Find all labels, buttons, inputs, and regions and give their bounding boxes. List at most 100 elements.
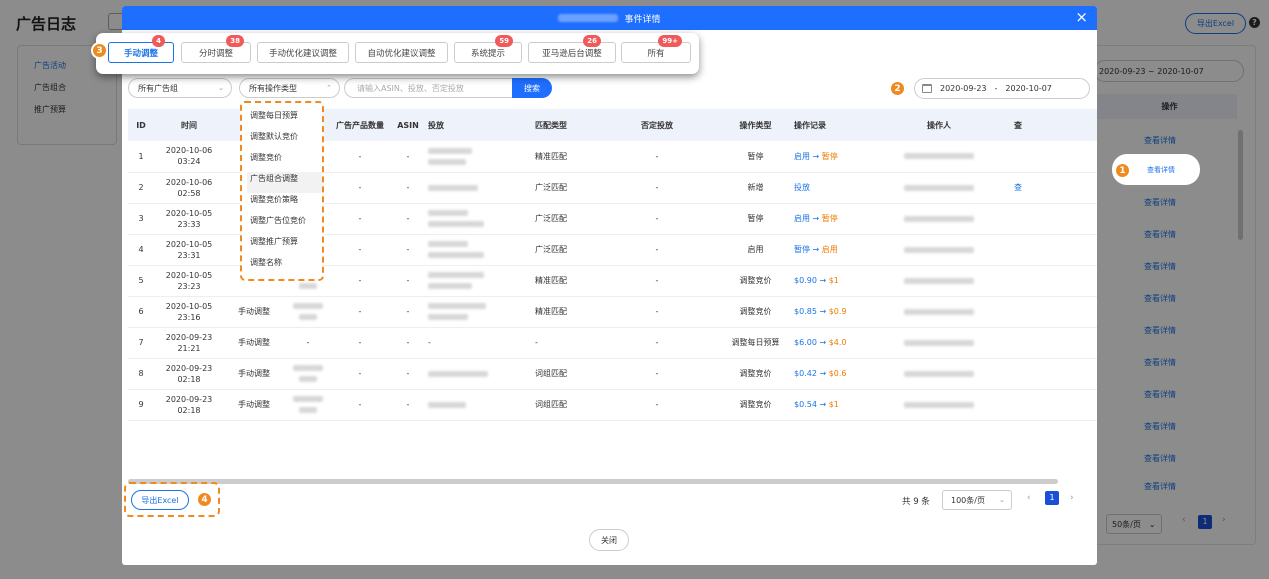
record-to: 暂停 [821,214,838,223]
col-negative: 否定投放 [597,109,717,141]
row-time: 23:23 [177,281,201,291]
op-type-option[interactable]: 广告组合调整 [247,172,322,193]
col-op-type: 操作类型 [717,109,794,141]
blurred-targeting [428,210,468,216]
op-type-option[interactable]: 调整竞价 [250,151,322,172]
op-type-option[interactable]: 调整名称 [250,256,322,277]
tab-label: 所有 [647,48,665,59]
row-id: 5 [138,276,144,285]
row-negative: - [655,369,659,378]
row-negative: - [655,276,659,285]
op-type-select[interactable]: 所有操作类型 ⌃ [239,78,340,98]
date-separator: - [994,84,998,93]
arrow-right-icon: → [819,369,827,378]
row-kind: 手动调整 [238,307,270,316]
blurred-targeting [428,314,468,320]
row-product-count: - [358,307,362,316]
op-type-option[interactable]: 调整竞价策略 [250,193,322,214]
row-id: 6 [138,307,144,316]
col-time: 时间 [154,109,224,141]
row-negative: - [655,400,659,409]
tab-auto-suggestion[interactable]: 自动优化建议调整 [355,42,448,63]
blurred-targeting [428,370,488,377]
row-kind: 手动调整 [238,338,270,347]
row-id: 3 [138,214,144,223]
arrow-right-icon: → [812,151,820,161]
blurred-ad-group [293,365,323,371]
tab-label: 手动调整 [123,48,158,59]
record-from: $0.42 [794,369,817,378]
horizontal-scrollbar[interactable] [128,479,1058,484]
tab-all[interactable]: 所有 99+ [621,35,691,63]
row-extra-link[interactable]: 查 [1014,183,1022,192]
prev-page[interactable]: ‹ [1027,493,1031,503]
close-icon[interactable]: × [1075,10,1088,25]
arrow-right-icon: → [819,400,827,409]
row-op-type: 暂停 [747,214,764,223]
page-1[interactable]: 1 [1045,491,1059,505]
blurred-operator [904,370,974,377]
ad-group-value: 所有广告组 [138,83,178,93]
tab-manual-suggestion[interactable]: 手动优化建议调整 [257,42,349,63]
export-excel-button[interactable]: 导出Excel [131,490,189,510]
record-to: 启用 [821,245,838,254]
blurred-ad-group [293,303,323,309]
blurred-operator [904,277,974,284]
row-date: 2020-10-05 [165,270,213,280]
callout-badge-2: 2 [889,80,906,97]
arrow-right-icon: → [819,338,827,347]
op-type-option[interactable]: 调整每日预算 [250,109,322,130]
tab-label: 分时调整 [198,48,233,59]
row-negative: - [655,183,659,192]
next-page[interactable]: › [1070,493,1074,503]
row-op-type: 暂停 [747,151,764,161]
tab-manual[interactable]: 手动调整 4 [108,35,174,63]
view-detail-link[interactable]: 查看详情 [1147,165,1175,175]
ad-group-select[interactable]: 所有广告组 ⌄ [128,78,232,98]
row-asin: - [406,183,410,192]
arrow-right-icon: → [819,276,827,285]
blurred-operator [904,215,974,222]
row-time: 03:24 [177,157,201,167]
blurred-title-prefix [558,14,619,22]
row-asin: - [406,338,410,347]
total-count: 共 9 条 [902,497,930,507]
col-operator: 操作人 [864,109,1014,141]
date-range-picker[interactable]: 2020-09-23 - 2020-10-07 [914,78,1090,99]
row-date: 2020-09-23 [165,363,213,373]
blurred-targeting [428,303,486,309]
row-kind: 手动调整 [238,369,270,378]
record-to: $1 [828,276,839,285]
callout-badge-4: 4 [196,491,213,508]
page-size-select[interactable]: 100条/页 ⌄ [942,490,1012,510]
tab-count-badge: 59 [495,35,513,47]
search-input[interactable]: 请输入ASIN、投放、否定投放 [344,78,536,98]
tab-amazon-backend[interactable]: 亚马逊后台调整 26 [528,35,616,63]
row-date: 2020-10-05 [165,301,213,311]
op-type-option[interactable]: 调整默认竞价 [250,130,322,151]
tab-count-badge: 26 [583,35,601,47]
record-from: 启用 [794,151,810,161]
record-from: $0.90 [794,276,817,285]
tab-scheduled[interactable]: 分时调整 38 [181,35,251,63]
record-to: $0.6 [828,369,847,378]
row-product-count: - [358,151,362,161]
search-button[interactable]: 搜索 [512,78,552,98]
row-asin: - [406,400,410,409]
op-type-option[interactable]: 调整广告位竞价 [250,214,322,235]
record-from: $0.54 [794,400,817,409]
row-asin: - [406,276,410,285]
tab-system[interactable]: 系统提示 59 [454,35,522,63]
row-asin: - [406,214,410,223]
blurred-operator [904,308,974,315]
modal-close-button[interactable]: 关闭 [589,529,629,551]
row-op-type: 调整每日预算 [731,338,780,347]
blurred-targeting [428,401,466,408]
op-type-option[interactable]: 调整推广预算 [250,235,322,256]
tab-count-badge: 99+ [658,35,682,47]
record-from: $0.85 [794,307,817,316]
row-product-count: - [358,245,362,254]
row-op-type: 调整竞价 [739,307,772,316]
op-type-value: 所有操作类型 [249,83,297,93]
col-extra: 查 [1014,109,1097,141]
